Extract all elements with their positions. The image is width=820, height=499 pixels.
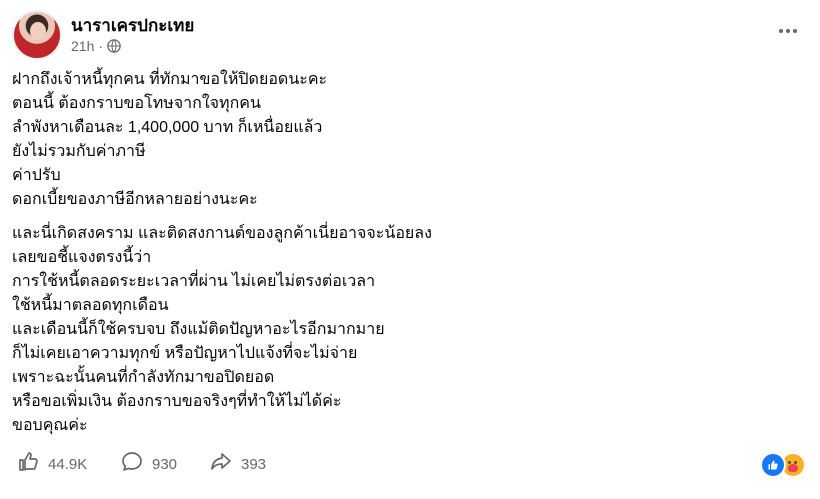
thumbs-up-icon [16,450,40,479]
page-name[interactable]: นาราเครปกะเทย [71,12,194,39]
post-text: ฝากถึงเจ้าหนี้ทุกคน ที่ทักมาขอให้ปิดยอดน… [12,68,792,438]
post-line: และเดือนนี้ก็ใช้ครบจบ ถึงแม้ติดปัญหาอะไร… [12,321,385,338]
post-line: เลยขอชี้แจงตรงนี้ว่า [12,249,152,266]
post-line: การใช้หนี้ตลอดระยะเวลาที่ผ่าน ไม่เคยไม่ต… [12,273,376,290]
post-timestamp[interactable]: 21h [71,38,94,54]
globe-icon [107,39,121,53]
post-line: ยังไม่รวมกับค่าภาษี [12,143,146,160]
post-line: ฝากถึงเจ้าหนี้ทุกคน ที่ทักมาขอให้ปิดยอดน… [12,71,328,88]
post-line: ใช้หนี้มาตลอดทุกเดือน [12,297,169,314]
post-line: และนี่เกิดสงคราม และติดสงกานต์ของลูกค้าเ… [12,225,432,242]
more-options-button[interactable] [776,22,800,40]
comment-count: 930 [152,456,178,473]
meta-separator: · [98,38,104,54]
comment-icon [120,450,144,479]
post-line: ลำพังหาเดือนละ 1,400,000 บาท ก็เหนื่อยแล… [12,119,323,136]
post-line: ตอนนี้ ต้องกราบขอโทษจากใจทุกคน [12,95,261,112]
share-icon [209,450,233,479]
post-card: นาราเครปกะเทย 21h · ฝากถึงเจ้าหนี้ทุกคน … [0,0,820,499]
comment-button[interactable]: 930 [120,450,177,479]
post-footer: 44.9K 930 393 [16,450,806,480]
post-line: ดอกเบี้ยของภาษีอีกหลายอย่างนะคะ [12,191,258,208]
post-line: ก็ไม่เคยเอาความทุกข์ หรือปัญหาไปแจ้งที่จ… [12,345,358,362]
post-line: หรือขอเพิ่มเงิน ต้องกราบขอจริงๆที่ทำให้ไ… [12,393,342,410]
share-button[interactable]: 393 [209,450,266,479]
post-line: ขอบคุณค่ะ [12,417,88,434]
post-header: นาราเครปกะเทย 21h · [12,10,808,64]
like-reaction-icon [760,452,786,478]
post-line: เพราะฉะนั้นคนที่กำลังทักมาขอปิดยอด [12,369,275,386]
avatar[interactable] [12,10,62,60]
post-line: ค่าปรับ [12,167,61,184]
post-meta: 21h · [71,38,121,54]
like-button[interactable]: 44.9K [16,450,87,479]
share-count: 393 [241,456,267,473]
reactions-summary[interactable] [760,452,806,478]
like-count: 44.9K [48,456,88,473]
